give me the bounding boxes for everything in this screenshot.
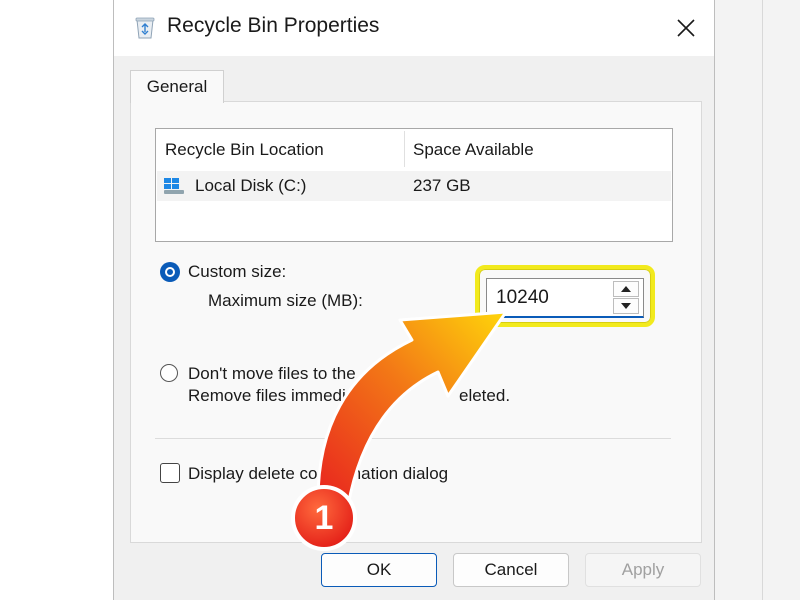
windows-drive-icon <box>163 177 185 195</box>
tab-general[interactable]: General <box>130 70 224 103</box>
spin-down-button[interactable] <box>613 298 639 314</box>
recycle-bin-location-list[interactable]: Recycle Bin Location Space Available Loc… <box>155 128 673 242</box>
drive-name: Local Disk (C:) <box>195 176 307 195</box>
maximum-size-spinbox[interactable]: 10240 <box>486 278 644 318</box>
cancel-button[interactable]: Cancel <box>453 553 569 587</box>
arrow-down-icon <box>621 303 631 309</box>
list-header: Recycle Bin Location Space Available <box>156 129 672 169</box>
column-header-location[interactable]: Recycle Bin Location <box>165 140 324 160</box>
dont-move-files-radio[interactable] <box>160 364 178 382</box>
close-button[interactable] <box>666 8 706 48</box>
desktop-background-right <box>714 0 800 600</box>
spin-up-button[interactable] <box>613 281 639 297</box>
section-divider <box>155 438 671 439</box>
remove-immediately-label-start: Remove files immedi <box>188 386 346 405</box>
column-separator[interactable] <box>404 131 405 167</box>
recycle-bin-icon <box>134 15 156 39</box>
close-icon <box>677 19 695 37</box>
remove-immediately-label-end: eleted. <box>459 386 511 405</box>
ok-button[interactable]: OK <box>321 553 437 587</box>
list-item[interactable]: Local Disk (C:) 237 GB <box>157 171 671 201</box>
recycle-bin-properties-dialog: Recycle Bin Properties General Recycle B… <box>113 0 715 600</box>
arrow-up-icon <box>621 286 631 292</box>
apply-button[interactable]: Apply <box>585 553 701 587</box>
window-title: Recycle Bin Properties <box>167 14 380 37</box>
display-confirmation-label-start: Display delete co <box>188 464 318 483</box>
drive-space-available: 237 GB <box>413 176 471 195</box>
maximum-size-input[interactable]: 10240 <box>496 287 549 309</box>
maximum-size-label: Maximum size (MB): <box>208 291 363 310</box>
display-confirmation-label-end: mation dialog <box>347 464 449 483</box>
desktop-background-left <box>0 0 112 600</box>
custom-size-radio[interactable] <box>160 262 180 282</box>
custom-size-label: Custom size: <box>188 262 287 281</box>
dont-move-files-label: Don't move files to the <box>188 364 356 383</box>
column-header-space[interactable]: Space Available <box>413 140 534 160</box>
display-confirmation-checkbox[interactable] <box>160 463 180 483</box>
title-bar: Recycle Bin Properties <box>114 0 714 56</box>
step-number: 1 <box>314 499 334 537</box>
